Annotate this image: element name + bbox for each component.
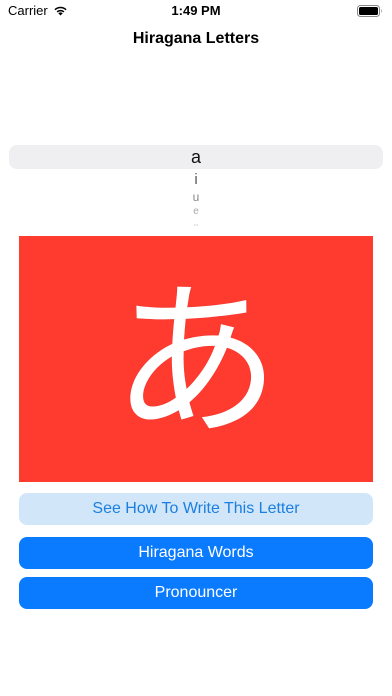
- picker-item-u[interactable]: u: [0, 191, 392, 203]
- letter-picker[interactable]: a i u e o: [0, 140, 392, 236]
- pronouncer-button[interactable]: Pronouncer: [19, 577, 373, 609]
- letter-card: あ: [19, 236, 373, 482]
- picker-item-i[interactable]: i: [0, 172, 392, 187]
- status-bar: Carrier 1:49 PM: [0, 0, 392, 22]
- see-how-to-write-button[interactable]: See How To Write This Letter: [19, 493, 373, 525]
- battery-icon: [357, 5, 382, 17]
- hiragana-letter: あ: [112, 264, 280, 460]
- page-title: Hiragana Letters: [132, 30, 260, 47]
- picker-item-o[interactable]: o: [0, 223, 392, 227]
- hiragana-words-button[interactable]: Hiragana Words: [19, 537, 373, 569]
- app-screen: Carrier 1:49 PM Hiragana Letters a i u e…: [0, 0, 392, 696]
- status-time: 1:49 PM: [171, 3, 221, 18]
- picker-item-a[interactable]: a: [0, 148, 392, 166]
- picker-item-e[interactable]: e: [0, 207, 392, 217]
